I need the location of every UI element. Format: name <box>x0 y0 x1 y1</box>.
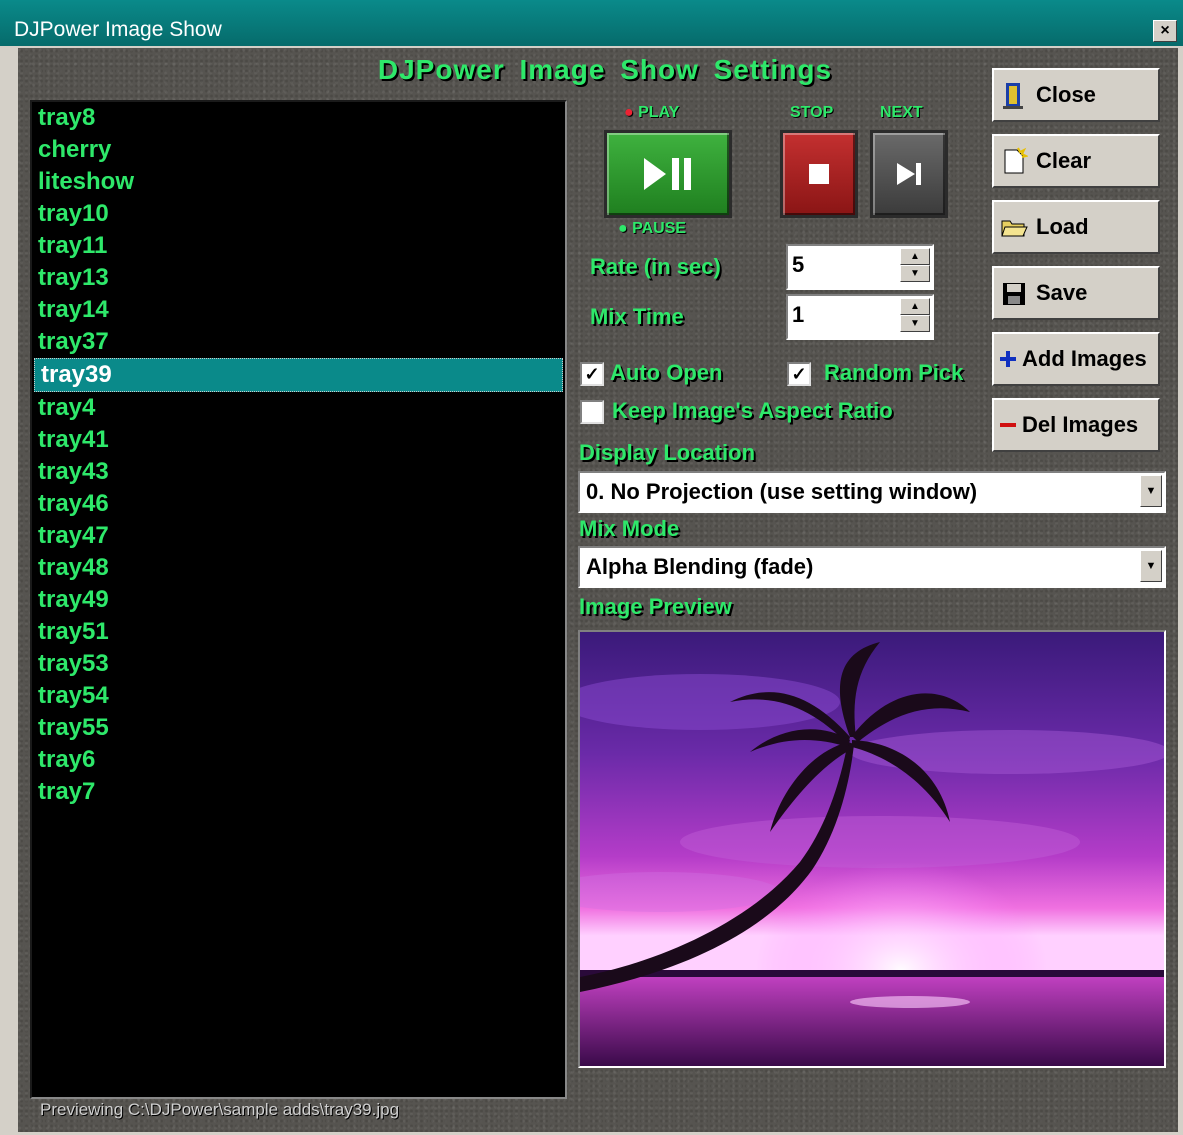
list-item[interactable]: tray43 <box>32 456 565 488</box>
clear-button[interactable]: Clear <box>992 134 1160 188</box>
list-item[interactable]: tray10 <box>32 198 565 230</box>
del-images-button[interactable]: Del Images <box>992 398 1160 452</box>
stop-label: STOP <box>790 104 834 121</box>
window-close-button[interactable]: × <box>1153 20 1177 42</box>
chevron-down-icon[interactable]: ▼ <box>1140 475 1162 507</box>
list-item[interactable]: tray8 <box>32 102 565 134</box>
save-button[interactable]: Save <box>992 266 1160 320</box>
save-button-label: Save <box>1036 280 1088 305</box>
list-item[interactable]: tray37 <box>32 326 565 358</box>
keep-aspect-checkbox[interactable] <box>580 400 604 424</box>
image-list[interactable]: tray8 cherry liteshow tray10 tray11 tray13 tra… <box>30 100 567 1099</box>
mix-time-down-button[interactable]: ▼ <box>900 315 930 332</box>
sunset-palm-picture <box>540 632 1170 1066</box>
new-document-icon <box>1004 147 1028 174</box>
mix-time-up-button[interactable]: ▲ <box>900 298 930 315</box>
list-item[interactable]: tray54 <box>32 680 565 712</box>
list-item[interactable]: cherry <box>32 134 565 166</box>
skip-next-icon <box>897 163 921 185</box>
play-led-icon: ● <box>624 104 634 121</box>
keep-aspect-label: Keep Image's Aspect Ratio <box>612 398 893 423</box>
next-label: NEXT <box>880 104 923 121</box>
load-button[interactable]: Load <box>992 200 1160 254</box>
del-images-button-label: Del Images <box>1022 412 1139 437</box>
stop-button[interactable] <box>780 130 858 218</box>
page-title: DJPower Image Show Settings <box>377 54 833 85</box>
list-item[interactable]: tray51 <box>32 616 565 648</box>
add-images-button[interactable]: Add Images <box>992 332 1160 386</box>
clear-button-label: Clear <box>1036 148 1092 173</box>
list-item[interactable]: tray47 <box>32 520 565 552</box>
mix-time-label: Mix Time <box>590 304 684 329</box>
auto-open-checkbox[interactable]: ✓ <box>580 362 604 386</box>
display-location-select[interactable]: 0. No Projection (use setting window) ▼ <box>578 471 1166 513</box>
list-item[interactable]: tray46 <box>32 488 565 520</box>
display-location-label: Display Location <box>579 440 756 465</box>
play-pause-icon <box>644 158 691 190</box>
auto-open-label: Auto Open <box>610 360 723 385</box>
list-item[interactable]: tray39 <box>34 358 563 392</box>
stop-icon <box>809 164 829 184</box>
play-indicator: ● PLAY <box>624 104 680 121</box>
window-title: DJPower Image Show <box>14 18 222 41</box>
mix-time-value[interactable]: 1 <box>792 302 804 328</box>
mix-mode-select[interactable]: Alpha Blending (fade) ▼ <box>578 546 1166 588</box>
random-pick-checkbox[interactable]: ✓ <box>787 362 811 386</box>
image-preview <box>540 630 1170 1068</box>
rate-label: Rate (in sec) <box>590 254 721 279</box>
list-item[interactable]: tray4 <box>32 392 565 424</box>
window-titlebar[interactable]: DJPower Image Show × <box>0 0 1183 46</box>
close-button-label: Close <box>1036 82 1096 107</box>
pause-led-icon: ● <box>618 220 628 237</box>
add-images-button-label: Add Images <box>1022 346 1147 371</box>
rate-up-button[interactable]: ▲ <box>900 248 930 265</box>
play-pause-button[interactable] <box>604 130 732 218</box>
folder-open-icon <box>1001 220 1028 237</box>
list-item[interactable]: tray55 <box>32 712 565 744</box>
list-item[interactable]: tray41 <box>32 424 565 456</box>
list-item[interactable]: tray6 <box>32 744 565 776</box>
list-item[interactable]: tray49 <box>32 584 565 616</box>
list-item[interactable]: tray11 <box>32 230 565 262</box>
list-item[interactable]: liteshow <box>32 166 565 198</box>
next-button[interactable] <box>870 130 948 218</box>
random-pick-label: Random Pick <box>824 360 964 385</box>
display-location-value: 0. No Projection (use setting window) <box>586 479 978 504</box>
mix-mode-label: Mix Mode <box>579 516 680 541</box>
rate-down-button[interactable]: ▼ <box>900 265 930 282</box>
list-item[interactable]: tray13 <box>32 262 565 294</box>
mix-time-spinner[interactable]: 1 ▲ ▼ <box>786 294 934 340</box>
floppy-disk-icon <box>1003 283 1025 305</box>
list-item[interactable]: tray14 <box>32 294 565 326</box>
door-exit-icon <box>1003 83 1023 109</box>
rate-spinner[interactable]: 5 ▲ ▼ <box>786 244 934 290</box>
plus-icon <box>1000 351 1016 367</box>
rate-value[interactable]: 5 <box>792 252 804 278</box>
status-bar-text: Previewing C:\DJPower\sample adds\tray39… <box>40 1100 400 1119</box>
list-item[interactable]: tray53 <box>32 648 565 680</box>
load-button-label: Load <box>1036 214 1089 239</box>
close-button[interactable]: Close <box>992 68 1160 122</box>
minus-icon <box>1000 423 1016 427</box>
mix-mode-value: Alpha Blending (fade) <box>586 554 814 579</box>
list-item[interactable]: tray7 <box>32 776 565 808</box>
pause-indicator: ● PAUSE <box>618 220 687 237</box>
image-preview-label: Image Preview <box>579 594 732 619</box>
close-icon: × <box>1160 22 1170 39</box>
list-item[interactable]: tray48 <box>32 552 565 584</box>
chevron-down-icon[interactable]: ▼ <box>1140 550 1162 582</box>
